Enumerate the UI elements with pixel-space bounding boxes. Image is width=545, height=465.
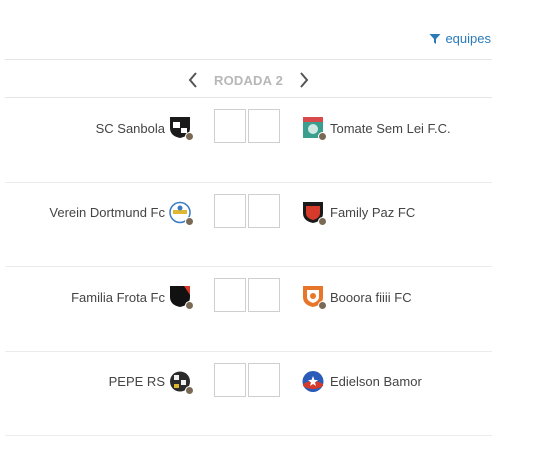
team-crest-icon — [168, 200, 194, 226]
away-team-name: Booora fiiii FC — [330, 289, 412, 305]
home-score-input[interactable] — [214, 109, 246, 143]
match-row: Familia Frota Fc Booora fiiii FC — [5, 267, 492, 352]
match-row: Verein Dortmund Fc Family Paz FC — [5, 183, 492, 267]
chevron-left-icon — [188, 72, 197, 88]
score-inputs — [214, 362, 280, 397]
avatar-badge-icon — [185, 216, 194, 226]
away-team: Family Paz FC — [301, 199, 415, 227]
score-inputs — [214, 193, 280, 228]
home-team: Verein Dortmund Fc — [49, 199, 194, 227]
away-score-input[interactable] — [248, 109, 280, 143]
team-crest-icon — [301, 115, 327, 141]
avatar-badge-icon — [185, 132, 194, 141]
home-team-name: Familia Frota Fc — [71, 289, 165, 305]
team-crest-icon — [168, 369, 194, 395]
chevron-right-icon — [300, 72, 309, 88]
home-score-input[interactable] — [214, 278, 246, 312]
round-label: RODADA 2 — [213, 72, 283, 88]
away-score-input[interactable] — [248, 193, 280, 228]
away-team-name: Edielson Bamor — [330, 374, 422, 389]
away-team: Booora fiiii FC — [301, 283, 412, 311]
filter-label: equipes — [445, 31, 491, 46]
match-list: SC Sanbola Tomate Sem Lei F.C. Verein Do… — [5, 98, 492, 436]
team-crest-icon — [168, 284, 194, 310]
filter-icon — [429, 33, 441, 44]
home-team: SC Sanbola — [96, 114, 194, 142]
avatar-badge-icon — [318, 216, 327, 226]
match-row: PEPE RS Edielson Bamor — [5, 352, 492, 436]
home-team-name: SC Sanbola — [95, 120, 165, 136]
home-team-name: Verein Dortmund Fc — [49, 205, 165, 220]
home-team-name: PEPE RS — [108, 374, 165, 389]
team-crest-icon — [301, 200, 327, 226]
avatar-badge-icon — [185, 301, 194, 310]
away-team-name: Tomate Sem Lei F.C. — [330, 120, 451, 136]
home-team: PEPE RS — [109, 368, 194, 396]
avatar-badge-icon — [185, 385, 194, 395]
score-inputs — [214, 109, 280, 143]
away-team-name: Family Paz FC — [330, 205, 416, 220]
score-inputs — [214, 278, 280, 312]
avatar-badge-icon — [318, 132, 327, 141]
home-team: Familia Frota Fc — [71, 283, 194, 311]
team-crest-icon — [168, 115, 194, 141]
match-row: SC Sanbola Tomate Sem Lei F.C. — [5, 98, 492, 183]
avatar-badge-icon — [318, 301, 327, 310]
team-crest-icon — [301, 369, 327, 395]
team-crest-icon — [301, 284, 327, 310]
next-round-button[interactable] — [297, 71, 311, 89]
away-score-input[interactable] — [248, 278, 280, 312]
away-team: Tomate Sem Lei F.C. — [301, 114, 451, 142]
filter-teams-link[interactable]: equipes — [429, 31, 491, 46]
away-team: Edielson Bamor — [301, 368, 422, 396]
home-score-input[interactable] — [214, 362, 246, 397]
divider — [5, 59, 492, 60]
away-score-input[interactable] — [248, 362, 280, 397]
prev-round-button[interactable] — [186, 71, 200, 89]
round-navigation: RODADA 2 — [5, 67, 492, 93]
home-score-input[interactable] — [214, 193, 246, 228]
